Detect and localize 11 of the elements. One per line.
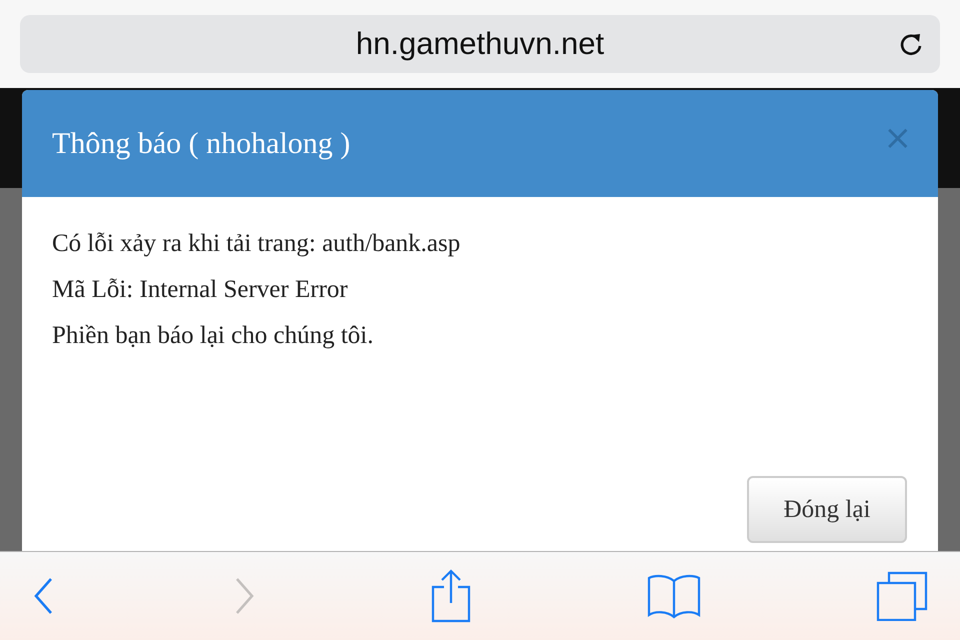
reload-icon[interactable]	[898, 31, 924, 57]
address-field[interactable]: hn.gamethuvn.net	[20, 15, 940, 73]
message-line: Phiền bạn báo lại cho chúng tôi.	[52, 321, 374, 351]
message-line: Có lỗi xảy ra khi tải trang: auth/bank.asp	[52, 229, 462, 259]
book-icon[interactable]	[646, 573, 700, 619]
message-line: Mã Lỗi: Internal Server Error	[52, 275, 349, 305]
close-dialog-button[interactable]: Đóng lại	[747, 476, 907, 543]
dialog-title: Thông báo ( nhohalong )	[52, 126, 350, 160]
url-text: hn.gamethuvn.net	[356, 26, 604, 62]
tabs-icon[interactable]	[876, 571, 928, 621]
share-icon[interactable]	[431, 569, 471, 623]
